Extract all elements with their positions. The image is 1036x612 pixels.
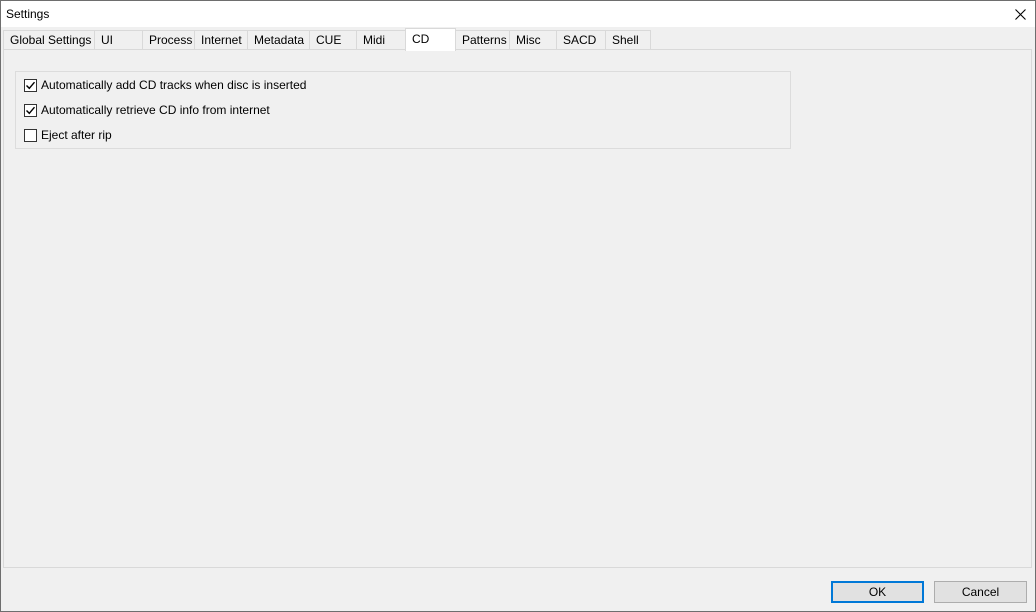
tab-patterns[interactable]: Patterns: [455, 30, 510, 49]
tab-label: Internet: [201, 33, 242, 47]
cd-tab-panel: Automatically add CD tracks when disc is…: [3, 49, 1032, 568]
auto-retrieve-info-label: Automatically retrieve CD info from inte…: [41, 103, 270, 117]
tab-label: CUE: [316, 33, 342, 47]
tab-ui[interactable]: UI: [94, 30, 143, 49]
tab-label: Patterns: [462, 33, 507, 47]
tab-cd[interactable]: CD: [405, 28, 456, 51]
tab-label: SACD: [563, 33, 597, 47]
tab-label: CD: [412, 32, 430, 46]
auto-retrieve-info-checkbox-row[interactable]: Automatically retrieve CD info from inte…: [24, 102, 270, 118]
auto-add-tracks-label: Automatically add CD tracks when disc is…: [41, 78, 307, 92]
tab-internet[interactable]: Internet: [194, 30, 248, 49]
eject-after-rip-checkbox-row[interactable]: Eject after rip: [24, 127, 112, 143]
eject-after-rip-label: Eject after rip: [41, 128, 112, 142]
tab-global-settings[interactable]: Global Settings: [3, 30, 95, 49]
tab-shell[interactable]: Shell: [605, 30, 651, 49]
ok-button[interactable]: OK: [831, 581, 924, 603]
auto-retrieve-info-checkbox[interactable]: [24, 103, 37, 117]
tab-midi[interactable]: Midi: [356, 30, 406, 49]
tab-sacd[interactable]: SACD: [556, 30, 606, 49]
tab-strip: Global Settings UI Process Internet Meta…: [3, 28, 1033, 51]
cancel-button[interactable]: Cancel: [934, 581, 1027, 603]
tab-label: Misc: [516, 33, 541, 47]
tab-label: Process: [149, 33, 193, 47]
settings-window: Settings Global Settings UI Process Inte…: [0, 0, 1036, 612]
checkmark-icon: [26, 106, 36, 114]
tab-label: UI: [101, 33, 113, 47]
title-bar: Settings: [1, 1, 1035, 27]
tab-cue[interactable]: CUE: [309, 30, 357, 49]
close-icon: [1014, 8, 1026, 20]
auto-add-tracks-checkbox-row[interactable]: Automatically add CD tracks when disc is…: [24, 77, 306, 93]
tab-label: Midi: [363, 33, 386, 47]
tab-misc[interactable]: Misc: [509, 30, 557, 49]
close-button[interactable]: [1005, 1, 1035, 27]
tab-label: Metadata: [254, 33, 305, 47]
cd-options-group: Automatically add CD tracks when disc is…: [15, 71, 791, 149]
tab-label: Shell: [612, 33, 639, 47]
auto-add-tracks-checkbox[interactable]: [24, 78, 37, 92]
checkmark-icon: [26, 81, 36, 89]
tab-metadata[interactable]: Metadata: [247, 30, 310, 49]
window-title: Settings: [6, 7, 50, 21]
tab-process[interactable]: Process: [142, 30, 195, 49]
eject-after-rip-checkbox[interactable]: [24, 128, 37, 142]
tab-label: Global Settings: [10, 33, 92, 47]
